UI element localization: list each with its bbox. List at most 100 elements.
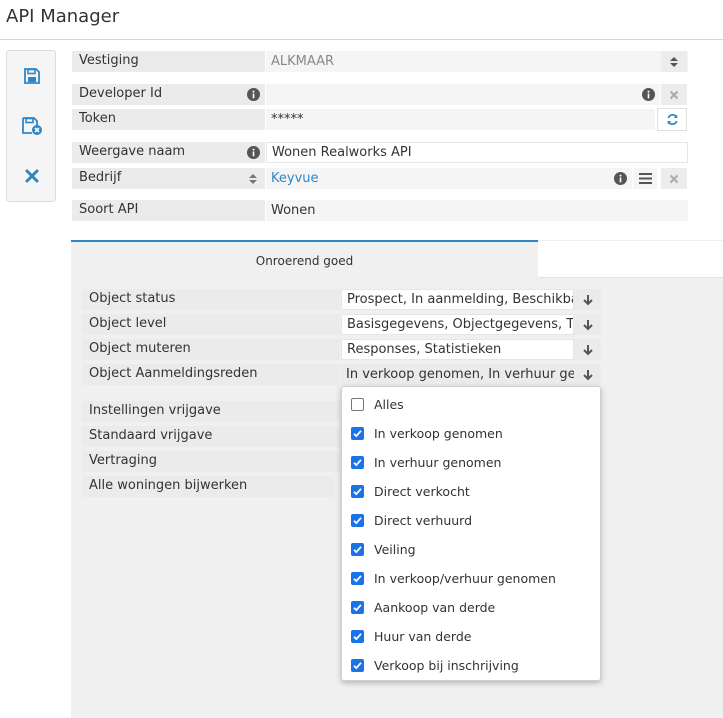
option-huur-van-derde[interactable]: Huur van derde <box>351 626 471 646</box>
developer-id-clear-button[interactable] <box>661 84 687 105</box>
option-label: Aankoop van derde <box>374 599 496 615</box>
token-refresh-button[interactable] <box>657 108 687 131</box>
instellingen-vrijgave-label: Instellingen vrijgave <box>82 401 340 422</box>
option-verkoop-bij-inschrijving[interactable]: Verkoop bij inschrijving <box>351 655 519 675</box>
token-label: Token <box>72 109 265 130</box>
tab-empty[interactable] <box>538 241 723 278</box>
checkmark-icon <box>353 661 362 669</box>
option-label: Veiling <box>374 541 416 557</box>
arrow-down-icon <box>582 369 593 380</box>
bedrijf-list-button[interactable] <box>633 168 657 189</box>
object-aanmeldingsreden-input[interactable]: In verkoop genomen, In verhuur ge <box>341 364 574 385</box>
arrow-down-icon <box>582 319 593 330</box>
close-icon <box>669 90 679 99</box>
checkmark-icon <box>353 458 362 466</box>
list-icon <box>638 173 652 184</box>
x-icon <box>25 169 39 183</box>
bedrijf-sort-toggle[interactable] <box>241 168 265 189</box>
object-level-input[interactable]: Basisgegevens, Objectgegevens, Tra <box>341 314 574 335</box>
soort-api-label: Soort API <box>72 200 265 221</box>
option-label: Direct verkocht <box>374 483 470 499</box>
option-label: In verkoop/verhuur genomen <box>374 570 556 586</box>
bedrijf-info[interactable] <box>608 168 632 189</box>
checkbox-checked[interactable] <box>351 513 364 527</box>
standaard-vrijgave-label: Standaard vrijgave <box>82 426 340 447</box>
checkbox-checked[interactable] <box>351 426 364 440</box>
object-aanmeldingsreden-value: In verkoop genomen, In verhuur ge <box>346 367 574 382</box>
vestiging-select[interactable]: ALKMAAR <box>266 51 688 72</box>
option-in-verkoop-genomen[interactable]: In verkoop genomen <box>351 423 503 443</box>
checkbox-checked[interactable] <box>351 600 364 614</box>
token-value: ***** <box>271 112 304 127</box>
save-and-close-button[interactable] <box>19 113 45 139</box>
alle-woningen-bijwerken-label: Alle woningen bijwerken <box>82 476 334 497</box>
bedrijf-clear-button[interactable] <box>661 168 687 189</box>
weergave-naam-info[interactable] <box>241 142 265 163</box>
object-level-value: Basisgegevens, Objectgegevens, Tra <box>347 317 574 332</box>
option-in-verhuur-genomen[interactable]: In verhuur genomen <box>351 452 501 472</box>
arrow-down-icon <box>582 344 593 355</box>
weergave-naam-input[interactable]: Wonen Realworks API <box>266 142 688 163</box>
checkbox-checked[interactable] <box>351 629 364 643</box>
floppy-disk-x-icon <box>22 117 42 135</box>
checkmark-icon <box>353 632 362 640</box>
soort-api-field: Wonen <box>266 200 688 221</box>
option-aankoop-van-derde[interactable]: Aankoop van derde <box>351 597 495 617</box>
weergave-naam-label: Weergave naam <box>72 142 265 163</box>
refresh-icon <box>666 114 678 125</box>
checkmark-icon <box>353 545 362 553</box>
checkmark-icon <box>353 516 362 524</box>
sort-arrows-icon <box>249 173 257 184</box>
token-field[interactable]: ***** <box>266 109 655 130</box>
object-level-label: Object level <box>82 314 340 335</box>
option-label: Verkoop bij inschrijving <box>374 657 519 673</box>
sort-arrows-icon <box>670 56 678 67</box>
object-aanmeldingsreden-dropdown-button[interactable] <box>574 364 601 385</box>
object-muteren-label: Object muteren <box>82 339 340 360</box>
checkbox-checked[interactable] <box>351 484 364 498</box>
vestiging-label: Vestiging <box>72 51 265 72</box>
object-status-dropdown-button[interactable] <box>574 289 601 310</box>
save-button[interactable] <box>19 63 45 89</box>
option-label: Huur van derde <box>374 628 472 644</box>
title-divider <box>0 39 723 40</box>
close-icon <box>669 174 679 183</box>
info-icon <box>641 88 655 101</box>
developer-id-field[interactable] <box>266 84 660 105</box>
option-veiling[interactable]: Veiling <box>351 539 416 559</box>
option-alles[interactable]: Alles <box>351 394 404 414</box>
object-status-input[interactable]: Prospect, In aanmelding, Beschikbaar <box>341 289 574 310</box>
object-muteren-dropdown-button[interactable] <box>574 339 601 360</box>
vestiging-value: ALKMAAR <box>271 54 335 69</box>
object-muteren-value: Responses, Statistieken <box>347 342 502 357</box>
info-icon <box>246 88 260 101</box>
bedrijf-link[interactable]: Keyvue <box>266 168 610 189</box>
bedrijf-label: Bedrijf <box>72 168 265 189</box>
checkbox-checked[interactable] <box>351 542 364 556</box>
checkbox-unchecked[interactable] <box>351 397 364 411</box>
developer-id-value-info[interactable] <box>636 84 660 105</box>
checkmark-icon <box>353 574 362 582</box>
object-muteren-input[interactable]: Responses, Statistieken <box>341 339 574 360</box>
option-label: In verhuur genomen <box>374 454 502 470</box>
vestiging-toggle[interactable] <box>661 51 687 72</box>
object-status-label: Object status <box>82 289 340 310</box>
soort-api-value: Wonen <box>271 203 316 218</box>
info-icon <box>613 172 627 185</box>
option-direct-verhuurd[interactable]: Direct verhuurd <box>351 510 472 530</box>
checkbox-checked[interactable] <box>351 658 364 672</box>
checkbox-checked[interactable] <box>351 455 364 469</box>
arrow-down-icon <box>582 294 593 305</box>
developer-id-info[interactable] <box>241 84 265 105</box>
info-icon <box>246 146 260 159</box>
checkmark-icon <box>353 429 362 437</box>
checkbox-checked[interactable] <box>351 571 364 585</box>
option-direct-verkocht[interactable]: Direct verkocht <box>351 481 470 501</box>
cancel-button[interactable] <box>19 163 45 189</box>
tab-onroerend-goed[interactable]: Onroerend goed <box>71 240 538 278</box>
option-in-verkoop-verhuur-genomen[interactable]: In verkoop/verhuur genomen <box>351 568 556 588</box>
object-level-dropdown-button[interactable] <box>574 314 601 335</box>
app-title: API Manager <box>6 6 120 27</box>
checkmark-icon <box>353 487 362 495</box>
bedrijf-value[interactable]: Keyvue <box>271 171 319 186</box>
